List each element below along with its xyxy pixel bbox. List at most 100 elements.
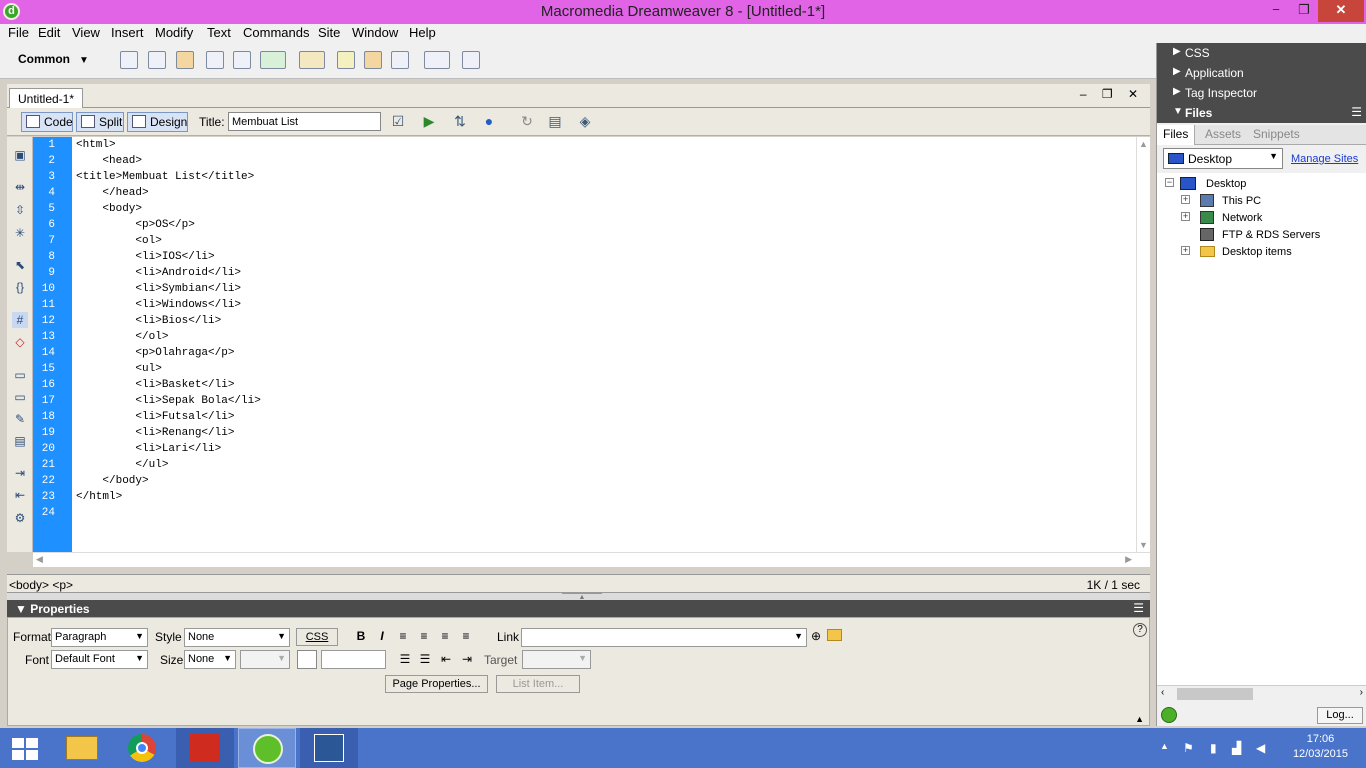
email-link-icon[interactable] [148, 51, 166, 69]
properties-header[interactable]: ▼ Properties ☰ [7, 600, 1150, 617]
folder-icon[interactable] [827, 629, 842, 641]
collapse-full-tag-icon[interactable]: ⇹ [12, 179, 28, 195]
expand-icon[interactable]: + [1181, 212, 1190, 221]
format-select[interactable]: Paragraph ▼ [51, 628, 148, 647]
menu-file[interactable]: File [8, 24, 29, 40]
page-properties-button[interactable]: Page Properties... [385, 675, 488, 693]
date-icon[interactable] [337, 51, 355, 69]
collapse-icon[interactable]: − [1165, 178, 1174, 187]
chrome-taskbar-button[interactable] [114, 728, 172, 768]
expand-all-icon[interactable]: ✳ [12, 225, 28, 241]
menu-help[interactable]: Help [409, 24, 436, 40]
signal-icon[interactable]: ▟ [1232, 741, 1241, 755]
tag-selector[interactable]: <body> <p> [9, 578, 73, 592]
scroll-left-icon[interactable]: ‹ [1161, 687, 1164, 698]
expand-icon[interactable]: + [1181, 246, 1190, 255]
highlight-invalid-code-icon[interactable]: ◇ [12, 334, 28, 350]
menu-site[interactable]: Site [318, 24, 340, 40]
format-source-code-icon[interactable]: ⚙ [12, 510, 28, 526]
image-icon[interactable] [260, 51, 286, 69]
scroll-left-icon[interactable]: ◀ [36, 554, 43, 565]
horizontal-scrollbar[interactable]: ◀ ▶ [33, 552, 1150, 567]
font-select[interactable]: Default Font ▼ [51, 650, 148, 669]
open-documents-icon[interactable]: ▣ [12, 147, 28, 163]
tree-item-network[interactable]: + Network [1181, 210, 1361, 226]
apply-comment-icon[interactable]: ▭ [12, 367, 28, 383]
expand-icon[interactable]: + [1181, 195, 1190, 204]
action-center-icon[interactable]: ⚑ [1183, 741, 1194, 755]
point-to-file-icon[interactable]: ⊕ [811, 629, 821, 643]
battery-icon[interactable]: ▮ [1210, 741, 1217, 755]
insert-category-dropdown[interactable]: Common ▼ [18, 52, 89, 66]
application-panel-header[interactable]: ▶ Application [1157, 63, 1366, 83]
tab-snippets[interactable]: Snippets [1253, 127, 1300, 141]
recent-snippets-icon[interactable]: ▤ [12, 433, 28, 449]
unordered-list-icon[interactable]: ☰ [398, 652, 412, 666]
files-horizontal-scrollbar[interactable]: ‹ › [1157, 685, 1366, 702]
panel-options-icon[interactable]: ☰ [1133, 601, 1144, 615]
link-input[interactable]: ▼ [521, 628, 807, 647]
files-panel-header[interactable]: ▼ Files ☰ [1157, 103, 1366, 123]
refresh-icon[interactable]: ↻ [517, 113, 537, 131]
tree-item-this-pc[interactable]: + This PC [1181, 193, 1361, 209]
text-outdent-icon[interactable]: ⇤ [439, 652, 453, 666]
balance-braces-icon[interactable]: {} [12, 279, 28, 295]
align-right-icon[interactable]: ≡ [438, 629, 452, 643]
code-editor[interactable]: <html> <head> <title>Membuat List</title… [72, 137, 1136, 552]
visual-aids-icon[interactable]: ◈ [575, 113, 595, 131]
css-button[interactable]: CSS [296, 628, 338, 646]
word-taskbar-button[interactable] [300, 728, 358, 768]
start-button[interactable] [0, 728, 58, 768]
menu-view[interactable]: View [72, 24, 100, 40]
dreamweaver-taskbar-button[interactable] [238, 728, 296, 768]
tree-item-ftp-rds[interactable]: FTP & RDS Servers [1181, 227, 1361, 243]
scroll-up-icon[interactable]: ▲ [1139, 139, 1148, 149]
ordered-list-icon[interactable]: ☰ [418, 652, 432, 666]
panel-splitter[interactable]: ▲ [7, 593, 1150, 601]
minimize-button[interactable]: − [1262, 0, 1290, 22]
volume-icon[interactable]: ◀ [1256, 741, 1265, 755]
server-side-include-icon[interactable] [364, 51, 382, 69]
panel-options-icon[interactable]: ☰ [1351, 105, 1362, 119]
comment-icon[interactable] [391, 51, 409, 69]
document-window-controls[interactable]: – ❐ ✕ [1080, 87, 1144, 101]
layer-icon[interactable] [233, 51, 251, 69]
file-explorer-taskbar-button[interactable] [54, 728, 112, 768]
manage-sites-link[interactable]: Manage Sites [1291, 153, 1358, 165]
hyperlink-icon[interactable] [120, 51, 138, 69]
align-left-icon[interactable]: ≡ [396, 629, 410, 643]
media-icon[interactable] [299, 51, 325, 69]
vertical-scrollbar[interactable]: ▲ ▼ [1136, 137, 1150, 552]
tag-chooser-icon[interactable] [462, 51, 480, 69]
wrap-tag-icon[interactable]: ✎ [12, 411, 28, 427]
tree-item-desktop[interactable]: − Desktop [1165, 176, 1365, 192]
code-view-button[interactable]: Code [21, 112, 73, 132]
expand-properties-icon[interactable]: ▲ [1135, 714, 1144, 724]
menu-insert[interactable]: Insert [111, 24, 144, 40]
scroll-down-icon[interactable]: ▼ [1139, 540, 1148, 550]
clock[interactable]: 17:06 12/03/2015 [1293, 732, 1348, 762]
menu-edit[interactable]: Edit [38, 24, 60, 40]
help-icon[interactable]: ? [1133, 623, 1147, 637]
templates-icon[interactable] [424, 51, 450, 69]
preview-in-browser-icon[interactable]: ▶ [419, 113, 439, 131]
justify-icon[interactable]: ≡ [459, 629, 473, 643]
menu-text[interactable]: Text [207, 24, 231, 40]
collapse-selection-icon[interactable]: ⇳ [12, 202, 28, 218]
view-options-icon[interactable]: ▤ [545, 113, 565, 131]
log-button[interactable]: Log... [1317, 707, 1363, 724]
tab-untitled-1[interactable]: Untitled-1* [9, 88, 83, 108]
select-parent-tag-icon[interactable]: ⬉ [12, 257, 28, 273]
italic-button[interactable]: I [375, 629, 389, 643]
line-numbers-icon[interactable]: # [12, 312, 28, 328]
document-title-input[interactable] [228, 112, 381, 131]
size-select[interactable]: None ▼ [184, 650, 236, 669]
acrobat-taskbar-button[interactable] [176, 728, 234, 768]
css-panel-header[interactable]: ▶ CSS [1157, 43, 1366, 63]
text-indent-icon[interactable]: ⇥ [460, 652, 474, 666]
menu-commands[interactable]: Commands [243, 24, 309, 40]
tab-assets[interactable]: Assets [1205, 127, 1241, 141]
check-browser-compatibility-icon[interactable]: ☑ [388, 113, 408, 131]
restore-button[interactable]: ❐ [1290, 0, 1318, 22]
scroll-thumb[interactable] [1177, 688, 1253, 700]
